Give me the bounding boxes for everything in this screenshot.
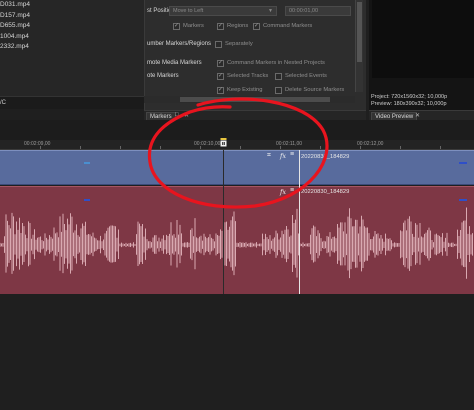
project-properties-text: Project: 720x1560x32; 10,000p <box>371 94 448 100</box>
regions-checkbox[interactable]: ✓ <box>217 23 224 30</box>
promote-markers-label: ote Markers <box>147 73 179 79</box>
command-markers-checkbox[interactable]: ✓ <box>253 23 260 30</box>
paste-time-value: 00:00:01,00 <box>289 8 319 14</box>
paste-time-field[interactable]: 00:00:01,00 <box>285 6 351 16</box>
markers-checkbox-label: Markers <box>183 23 204 29</box>
command-markers-checkbox-label: Command Markers <box>263 23 313 29</box>
preview-info: Project: 720x1560x32; 10,000p Preview: 1… <box>369 94 474 108</box>
media-file-item[interactable]: D157.mp4 <box>0 11 144 22</box>
paste-position-value: Move to Left <box>173 8 204 14</box>
media-file-item[interactable]: D031.mp4 <box>0 0 144 11</box>
media-file-item[interactable]: D655.mp4 <box>0 21 144 32</box>
selected-tracks-checkbox[interactable]: ✓ <box>217 73 224 80</box>
empty-timeline-area[interactable] <box>0 294 474 410</box>
project-media-panel: D031.mp4 D157.mp4 D655.mp4 1004.mp4 2332… <box>0 0 144 96</box>
renumber-markers-label: umber Markers/Regions <box>147 41 212 47</box>
paste-position-dropdown[interactable]: Move to Left ▼ <box>169 6 277 16</box>
selected-events-checkbox-label: Selected Events <box>285 73 327 79</box>
separately-checkbox[interactable] <box>215 41 222 48</box>
video-preview-tabbar: Video Preview ✕ <box>369 110 474 121</box>
annotation-circle <box>147 97 329 209</box>
preview-properties-text: Preview: 180x390x32; 10,000p <box>371 101 447 107</box>
track-marker <box>459 162 467 164</box>
separately-checkbox-label: Separately <box>225 41 253 47</box>
media-file-item[interactable]: 1004.mp4 <box>0 32 144 43</box>
regions-checkbox-label: Regions <box>227 23 249 29</box>
promote-media-markers-label: mote Media Markers <box>147 60 202 66</box>
selected-events-checkbox[interactable] <box>275 73 282 80</box>
chevron-down-icon: ▼ <box>268 8 273 14</box>
track-marker <box>84 162 90 164</box>
scrollbar-thumb[interactable] <box>357 2 362 62</box>
media-file-item[interactable]: 2332.mp4 <box>0 42 144 53</box>
markers-checkbox[interactable]: ✓ <box>173 23 180 30</box>
nested-projects-checkbox-label: Command Markers in Nested Projects <box>227 60 325 66</box>
ruler-label: 00:02:09,00 <box>24 141 51 147</box>
selected-tracks-checkbox-label: Selected Tracks <box>227 73 269 79</box>
media-panel-footer: /C <box>0 96 144 109</box>
markers-panel-vertical-scrollbar[interactable] <box>355 0 363 92</box>
close-icon[interactable]: ✕ <box>415 112 420 119</box>
nested-projects-checkbox[interactable]: ✓ <box>217 60 224 67</box>
media-file-list: D031.mp4 D157.mp4 D655.mp4 1004.mp4 2332… <box>0 0 144 53</box>
video-preview-display <box>372 0 474 78</box>
